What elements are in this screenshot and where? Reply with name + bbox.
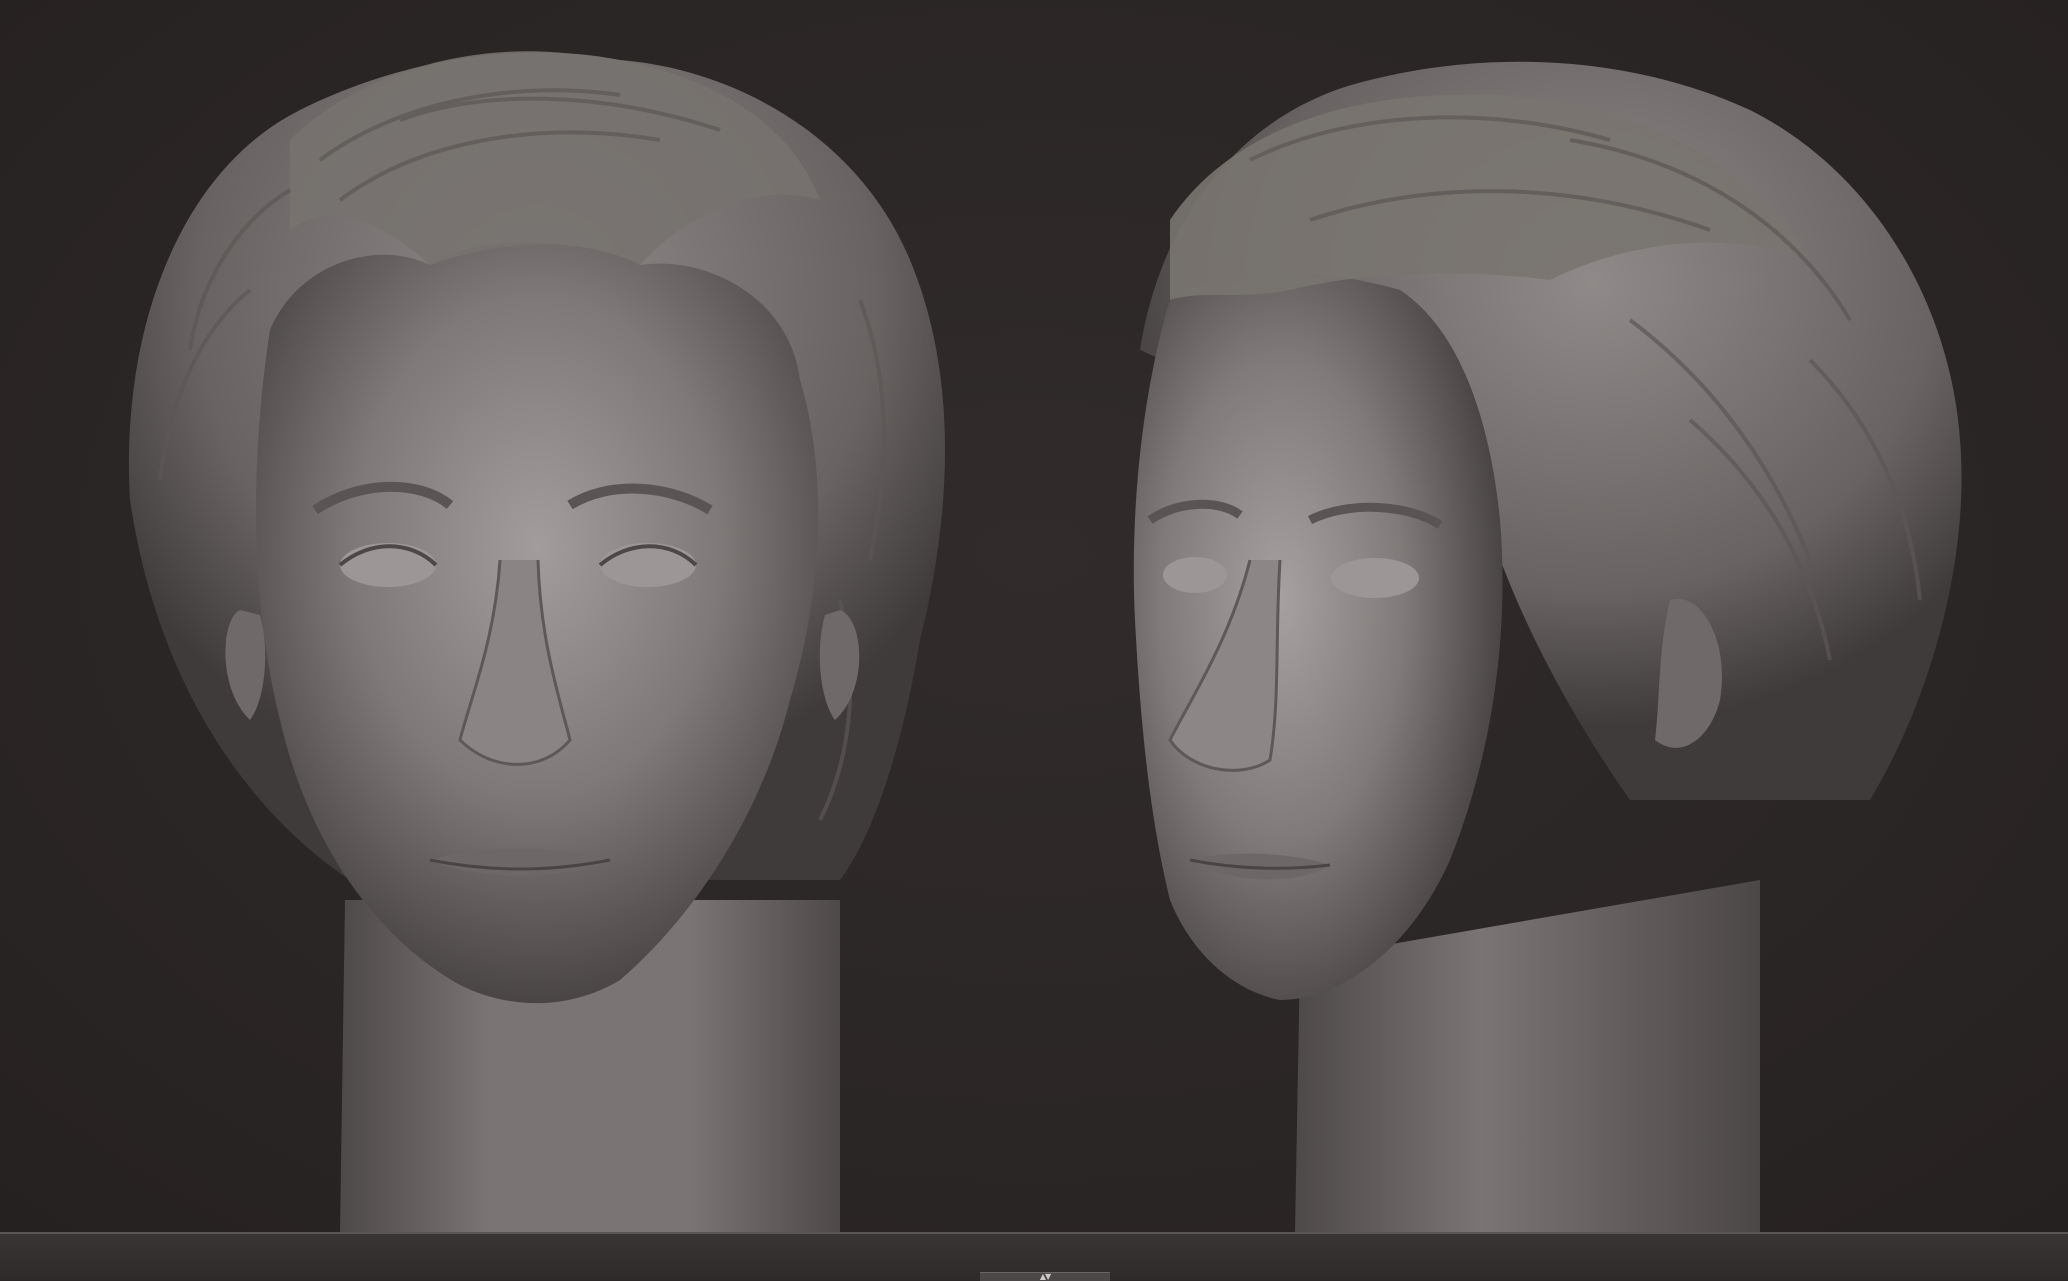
head-sculpt-three-quarter — [1133, 61, 1962, 1232]
viewport-canvas[interactable] — [0, 0, 2068, 1232]
head-sculpt-front — [128, 51, 945, 1232]
